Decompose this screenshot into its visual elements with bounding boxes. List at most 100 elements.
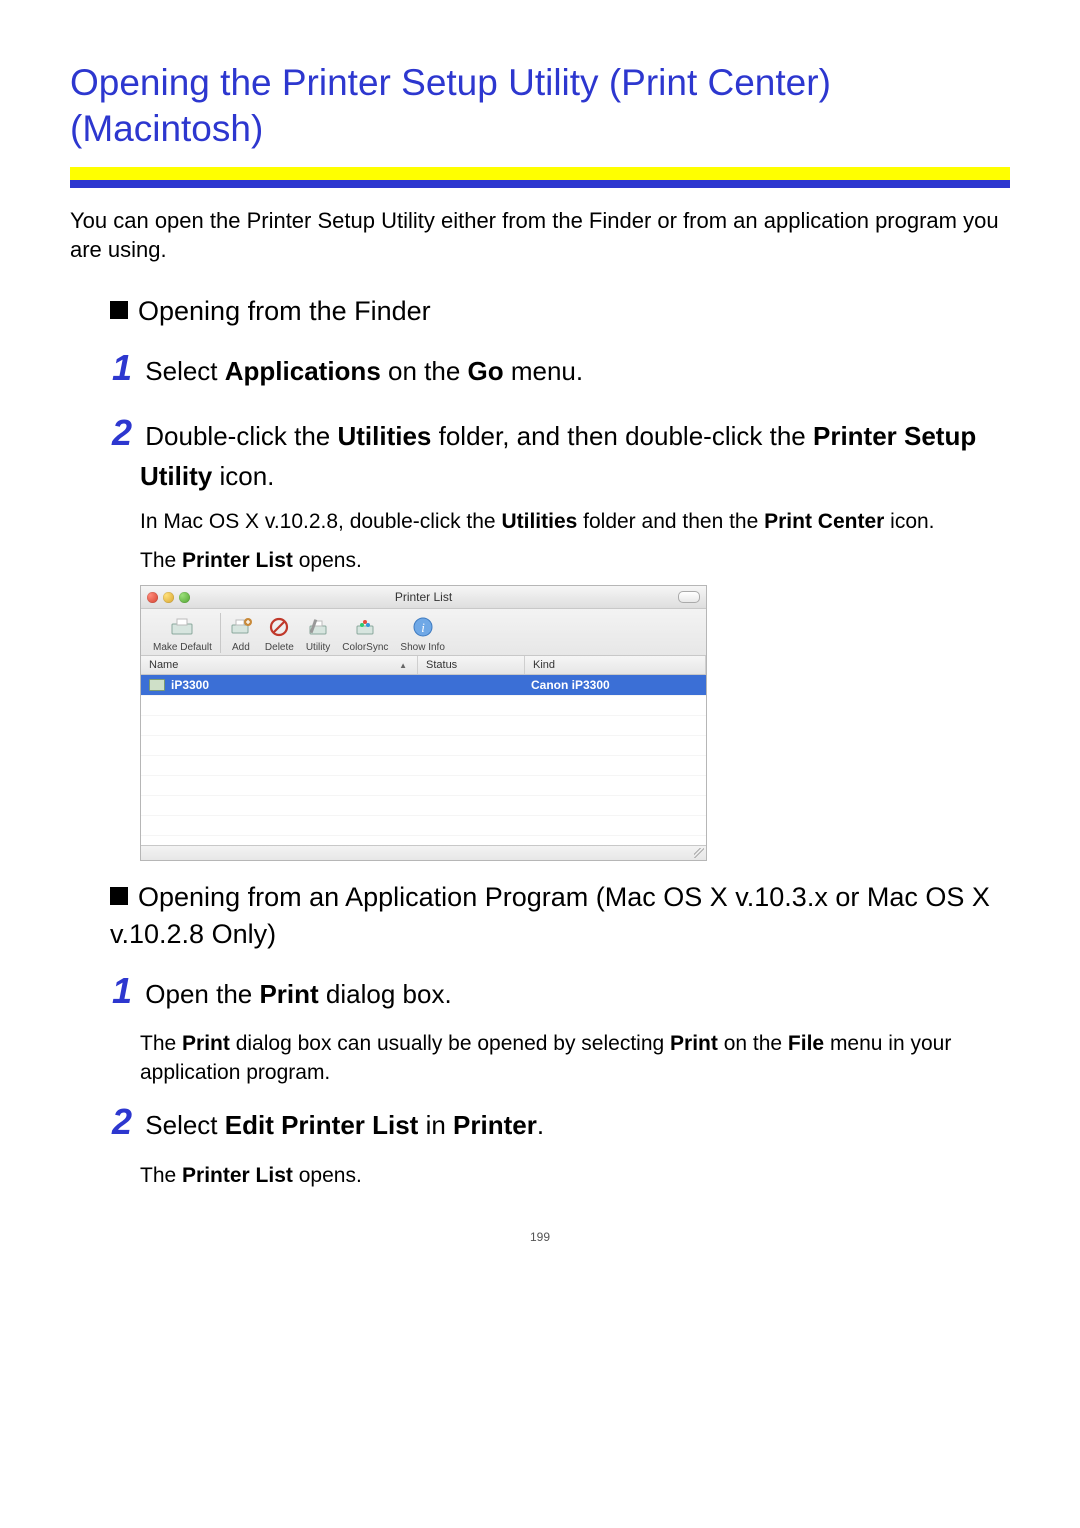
step-1-app: 1 Open the Print dialog box. (70, 966, 1010, 1016)
delete-icon (268, 614, 290, 640)
printer-list-window: Printer List Make Default Add (140, 585, 707, 861)
table-header: Name ▲ Status Kind (141, 656, 706, 675)
step-number: 1 (112, 347, 132, 388)
step-text: folder, and then double-click the (431, 421, 813, 451)
info-icon: i (412, 614, 434, 640)
note-bold: Print (670, 1032, 718, 1055)
colorsync-icon (353, 614, 377, 640)
title-rule (70, 167, 1010, 188)
step-bold: Utilities (337, 421, 431, 451)
window-title: Printer List (141, 590, 706, 604)
note-text: folder and then the (577, 510, 764, 533)
note-bold: Print Center (764, 510, 884, 533)
colorsync-button[interactable]: ColorSync (336, 614, 394, 653)
note-bold: Utilities (501, 510, 577, 533)
toolbar-label: Make Default (153, 642, 212, 653)
toolbar-label: Show Info (400, 642, 444, 653)
step-text: Double-click the (145, 421, 337, 451)
add-printer-icon (229, 614, 253, 640)
utility-icon (306, 614, 330, 640)
step-note: The Printer List opens. (70, 547, 1010, 575)
column-header-name[interactable]: Name ▲ (141, 656, 418, 674)
make-default-button[interactable]: Make Default (147, 614, 218, 653)
section-heading-finder: Opening from the Finder (70, 293, 1010, 329)
minimize-icon[interactable] (163, 592, 174, 603)
step-note: The Print dialog box can usually be open… (70, 1030, 1010, 1087)
toolbar-label: Delete (265, 642, 294, 653)
step-text: Select (145, 1110, 225, 1140)
step-note: The Printer List opens. (70, 1162, 1010, 1190)
cell-status (417, 675, 523, 695)
step-note: In Mac OS X v.10.2.8, double-click the U… (70, 508, 1010, 536)
window-traffic-lights (147, 592, 190, 603)
step-text: menu. (504, 356, 584, 386)
page-number: 199 (70, 1230, 1010, 1244)
table-row[interactable]: iP3300 Canon iP3300 (141, 675, 706, 695)
sort-ascending-icon: ▲ (399, 661, 407, 670)
step-bold: Edit Printer List (225, 1110, 419, 1140)
column-label: Name (149, 659, 178, 671)
note-text: In Mac OS X v.10.2.8, double-click the (140, 510, 501, 533)
step-bold: Print (259, 979, 318, 1009)
close-icon[interactable] (147, 592, 158, 603)
delete-button[interactable]: Delete (259, 614, 300, 653)
note-text: The (140, 1164, 182, 1187)
step-text: Open the (145, 979, 259, 1009)
rule-blue (70, 180, 1010, 188)
zoom-icon[interactable] (179, 592, 190, 603)
square-bullet-icon (110, 887, 128, 905)
resize-handle-icon[interactable] (694, 848, 704, 858)
note-text: The (140, 549, 182, 572)
toolbar-label: ColorSync (342, 642, 388, 653)
step-2-app: 2 Select Edit Printer List in Printer. (70, 1097, 1010, 1147)
toolbar-separator (220, 613, 221, 653)
cell-kind: Canon iP3300 (523, 675, 706, 695)
show-info-button[interactable]: i Show Info (394, 614, 450, 653)
printer-icon (149, 679, 165, 691)
step-text: dialog box. (319, 979, 452, 1009)
cell-text: iP3300 (171, 678, 209, 692)
svg-text:i: i (421, 620, 425, 635)
table-body-empty (141, 695, 706, 845)
window-titlebar: Printer List (141, 586, 706, 609)
step-number: 2 (112, 1101, 132, 1142)
step-bold: Printer (453, 1110, 537, 1140)
square-bullet-icon (110, 301, 128, 319)
column-header-status[interactable]: Status (418, 656, 525, 674)
note-bold: Print (182, 1032, 230, 1055)
note-text: opens. (293, 549, 362, 572)
window-toolbar: Make Default Add Delete Utility (141, 609, 706, 656)
toolbar-label: Add (232, 642, 250, 653)
section-heading-text: Opening from the Finder (138, 296, 431, 326)
note-text: on the (718, 1032, 788, 1055)
section-heading-text: Opening from an Application Program (Mac… (110, 882, 990, 948)
rule-yellow (70, 167, 1010, 180)
step-bold: Go (468, 356, 504, 386)
printer-default-icon (168, 614, 196, 640)
step-text: icon. (212, 461, 274, 491)
step-text: on the (381, 356, 468, 386)
step-number: 1 (112, 970, 132, 1011)
section-heading-app: Opening from an Application Program (Mac… (70, 879, 1010, 952)
toolbar-toggle-icon[interactable] (678, 591, 700, 603)
step-text: in (418, 1110, 453, 1140)
step-bold: Applications (225, 356, 381, 386)
document-page: Opening the Printer Setup Utility (Print… (0, 0, 1080, 1284)
intro-text: You can open the Printer Setup Utility e… (70, 206, 1010, 265)
note-text: opens. (293, 1164, 362, 1187)
step-1-finder: 1 Select Applications on the Go menu. (70, 343, 1010, 393)
toolbar-label: Utility (306, 642, 330, 653)
add-button[interactable]: Add (223, 614, 259, 653)
utility-button[interactable]: Utility (300, 614, 336, 653)
page-title: Opening the Printer Setup Utility (Print… (70, 60, 1010, 153)
note-bold: Printer List (182, 549, 293, 572)
note-text: dialog box can usually be opened by sele… (230, 1032, 670, 1055)
window-footer (141, 845, 706, 860)
column-header-kind[interactable]: Kind (525, 656, 706, 674)
step-2-finder: 2 Double-click the Utilities folder, and… (70, 408, 1010, 495)
step-number: 2 (112, 412, 132, 453)
step-text: Select (145, 356, 225, 386)
note-bold: File (788, 1032, 824, 1055)
cell-name: iP3300 (141, 675, 417, 695)
note-bold: Printer List (182, 1164, 293, 1187)
